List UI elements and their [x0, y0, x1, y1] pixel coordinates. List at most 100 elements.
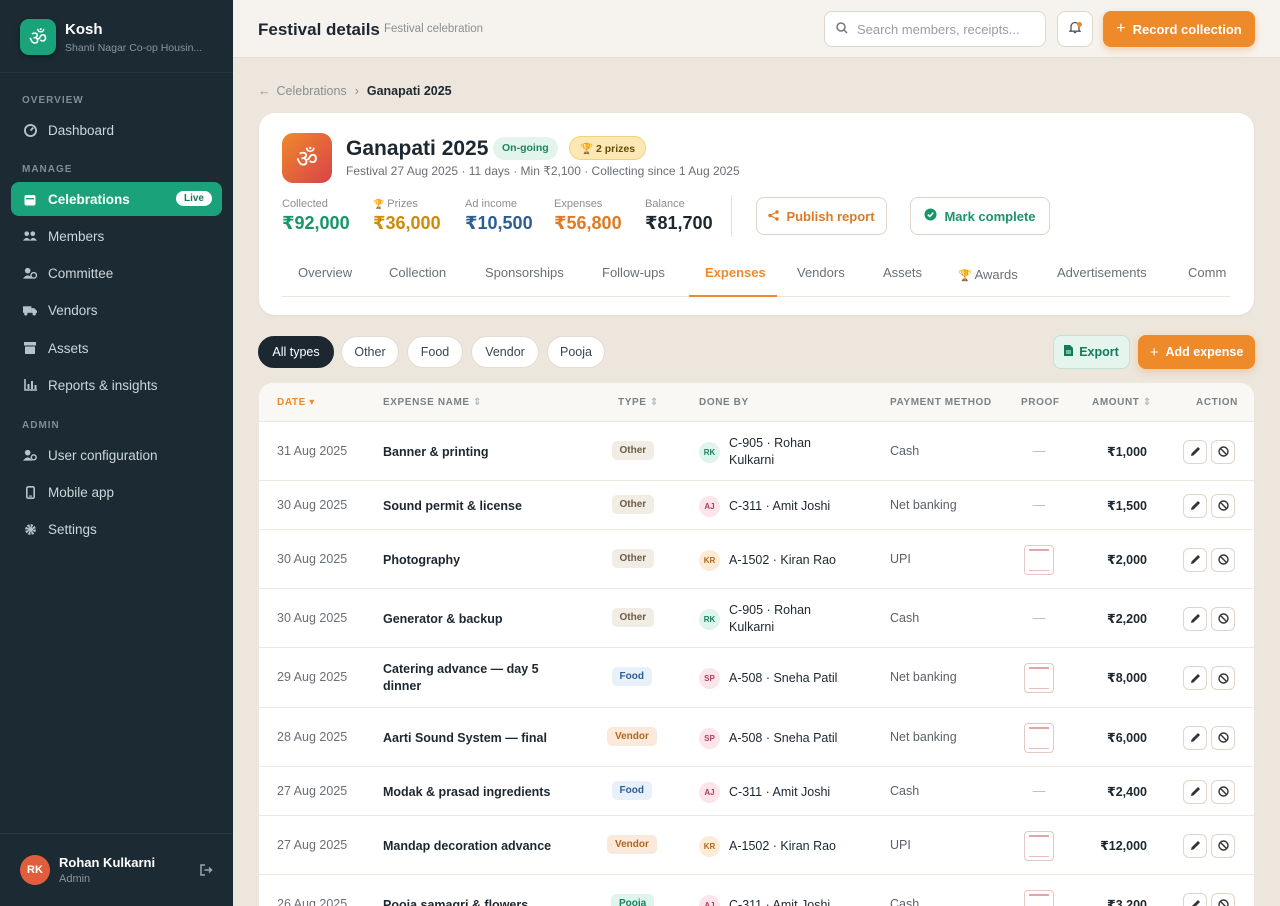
record-collection-button[interactable]: + Record collection: [1103, 11, 1255, 47]
done-by-cell: C-311 · Amit Joshi: [729, 897, 831, 906]
committee-icon: [23, 266, 37, 280]
stat-label: Balance: [645, 198, 685, 210]
breadcrumb: ← Celebrations › Ganapati 2025: [258, 84, 452, 98]
col-amount[interactable]: AMOUNT ⇕: [1092, 397, 1152, 408]
sidebar-item-committee[interactable]: Committee: [11, 256, 222, 290]
edit-icon[interactable]: [1183, 439, 1207, 464]
tab-follow-ups[interactable]: Follow-ups: [602, 265, 665, 280]
plus-icon: +: [1116, 20, 1126, 37]
cancel-icon[interactable]: [1211, 547, 1235, 572]
filter-other[interactable]: Other: [341, 336, 399, 368]
cancel-icon[interactable]: [1211, 606, 1235, 631]
sidebar-item-label: Dashboard: [48, 122, 115, 138]
share-icon: [768, 209, 780, 224]
logout-icon[interactable]: [200, 864, 213, 879]
section-overview: OVERVIEW: [22, 95, 84, 106]
sort-icon: ⇕: [1142, 397, 1152, 408]
search-input[interactable]: Search members, receipts...: [824, 11, 1046, 47]
stat-label: Ad income: [465, 198, 517, 210]
add-expense-button[interactable]: + Add expense: [1138, 335, 1255, 369]
sidebar-item-settings[interactable]: Settings: [11, 512, 222, 546]
sidebar-item-vendors[interactable]: Vendors: [11, 293, 222, 327]
tab-awards[interactable]: 🏆 Awards: [958, 267, 1018, 282]
sidebar-item-assets[interactable]: Assets: [11, 331, 222, 365]
tab-sponsorships[interactable]: Sponsorships: [485, 265, 564, 280]
edit-icon[interactable]: [1183, 493, 1207, 518]
search-icon: [836, 21, 848, 37]
cancel-icon[interactable]: [1211, 779, 1235, 804]
table-row: 30 Aug 2025 Sound permit & license Other AJ…: [259, 481, 1254, 530]
trophy-icon: 🏆: [580, 143, 594, 155]
cancel-icon[interactable]: [1211, 833, 1235, 858]
table-row: 27 Aug 2025 Modak & prasad ingredients Foo…: [259, 767, 1254, 816]
sidebar-item-members[interactable]: Members: [11, 219, 222, 253]
date-cell: 31 Aug 2025: [277, 443, 348, 458]
sidebar-item-dashboard[interactable]: Dashboard: [11, 113, 222, 147]
col-date[interactable]: DATE ▾: [277, 397, 315, 408]
proof-thumbnail[interactable]: [1024, 889, 1054, 906]
sidebar-item-reports[interactable]: Reports & insights: [11, 368, 222, 402]
filter-food[interactable]: Food: [407, 336, 463, 368]
tab-comm[interactable]: Comm: [1188, 265, 1226, 280]
proof-thumbnail[interactable]: [1024, 722, 1054, 753]
plus-icon: +: [1149, 343, 1159, 361]
done-by-cell: A-508 · Sneha Patil: [729, 730, 838, 745]
col-type[interactable]: TYPE ⇕: [618, 397, 659, 408]
cancel-icon[interactable]: [1211, 439, 1235, 464]
date-cell: 28 Aug 2025: [277, 729, 348, 744]
sidebar-item-mobile-app[interactable]: Mobile app: [11, 475, 222, 509]
edit-icon[interactable]: [1183, 833, 1207, 858]
date-cell: 30 Aug 2025: [277, 497, 348, 512]
cancel-icon[interactable]: [1211, 725, 1235, 750]
proof-thumbnail[interactable]: [1024, 544, 1054, 575]
done-by-cell: A-1502 · Kiran Rao: [729, 552, 837, 567]
proof-thumbnail[interactable]: [1024, 663, 1054, 693]
edit-icon[interactable]: [1183, 779, 1207, 804]
festival-meta: Festival 27 Aug 2025 · 11 days · Min ₹2,…: [346, 164, 740, 178]
edit-icon[interactable]: [1183, 666, 1207, 690]
edit-icon[interactable]: [1183, 892, 1207, 906]
breadcrumb-parent[interactable]: Celebrations: [277, 84, 347, 98]
payment-method-cell: Net banking: [890, 497, 957, 512]
edit-icon[interactable]: [1183, 606, 1207, 631]
col-proof: PROOF: [1021, 397, 1060, 408]
chart-icon: [23, 378, 37, 392]
tab-overview[interactable]: Overview: [298, 265, 352, 280]
table-row: 30 Aug 2025 Photography Other KR A-1502 · Ki…: [259, 530, 1254, 589]
filter-vendor[interactable]: Vendor: [471, 336, 539, 368]
edit-icon[interactable]: [1183, 547, 1207, 572]
proof-thumbnail[interactable]: [1024, 830, 1054, 861]
mark-complete-button[interactable]: Mark complete: [910, 197, 1050, 235]
app-name: Kosh: [65, 20, 103, 38]
page-title: Festival details: [258, 20, 380, 39]
stat-expenses: Expenses ₹56,800: [554, 198, 622, 234]
cancel-icon[interactable]: [1211, 493, 1235, 518]
section-admin: ADMIN: [22, 420, 60, 431]
box-icon: [23, 341, 37, 355]
col-expense-name[interactable]: EXPENSE NAME ⇕: [383, 397, 482, 408]
amount-cell: ₹8,000: [1107, 671, 1147, 685]
sidebar-item-label: User configuration: [48, 447, 158, 463]
cancel-icon[interactable]: [1211, 892, 1235, 906]
tab-assets[interactable]: Assets: [883, 265, 922, 280]
notification-button[interactable]: [1057, 11, 1093, 47]
tab-collection[interactable]: Collection: [389, 265, 446, 280]
tab-vendors[interactable]: Vendors: [797, 265, 845, 280]
export-button[interactable]: Export: [1053, 335, 1130, 369]
stat-prizes: 🏆 Prizes ₹36,000: [373, 198, 441, 234]
user-config-icon: [23, 448, 37, 462]
sidebar-item-celebrations[interactable]: Celebrations Live: [11, 182, 222, 216]
cancel-icon[interactable]: [1211, 666, 1235, 690]
edit-icon[interactable]: [1183, 725, 1207, 750]
filter-pooja[interactable]: Pooja: [547, 336, 605, 368]
prizes-badge-label: 2 prizes: [596, 143, 636, 155]
tab-expenses[interactable]: Expenses: [705, 265, 766, 280]
sidebar-item-user-configuration[interactable]: User configuration: [11, 438, 222, 472]
amount-cell: ₹12,000: [1100, 838, 1147, 853]
tab-advertisements[interactable]: Advertisements: [1057, 265, 1147, 280]
divider: [731, 195, 732, 237]
filter-all-types[interactable]: All types: [258, 336, 334, 368]
sidebar-item-label: Reports & insights: [48, 377, 158, 393]
publish-report-button[interactable]: Publish report: [756, 197, 887, 235]
back-arrow-icon[interactable]: ←: [258, 84, 271, 98]
